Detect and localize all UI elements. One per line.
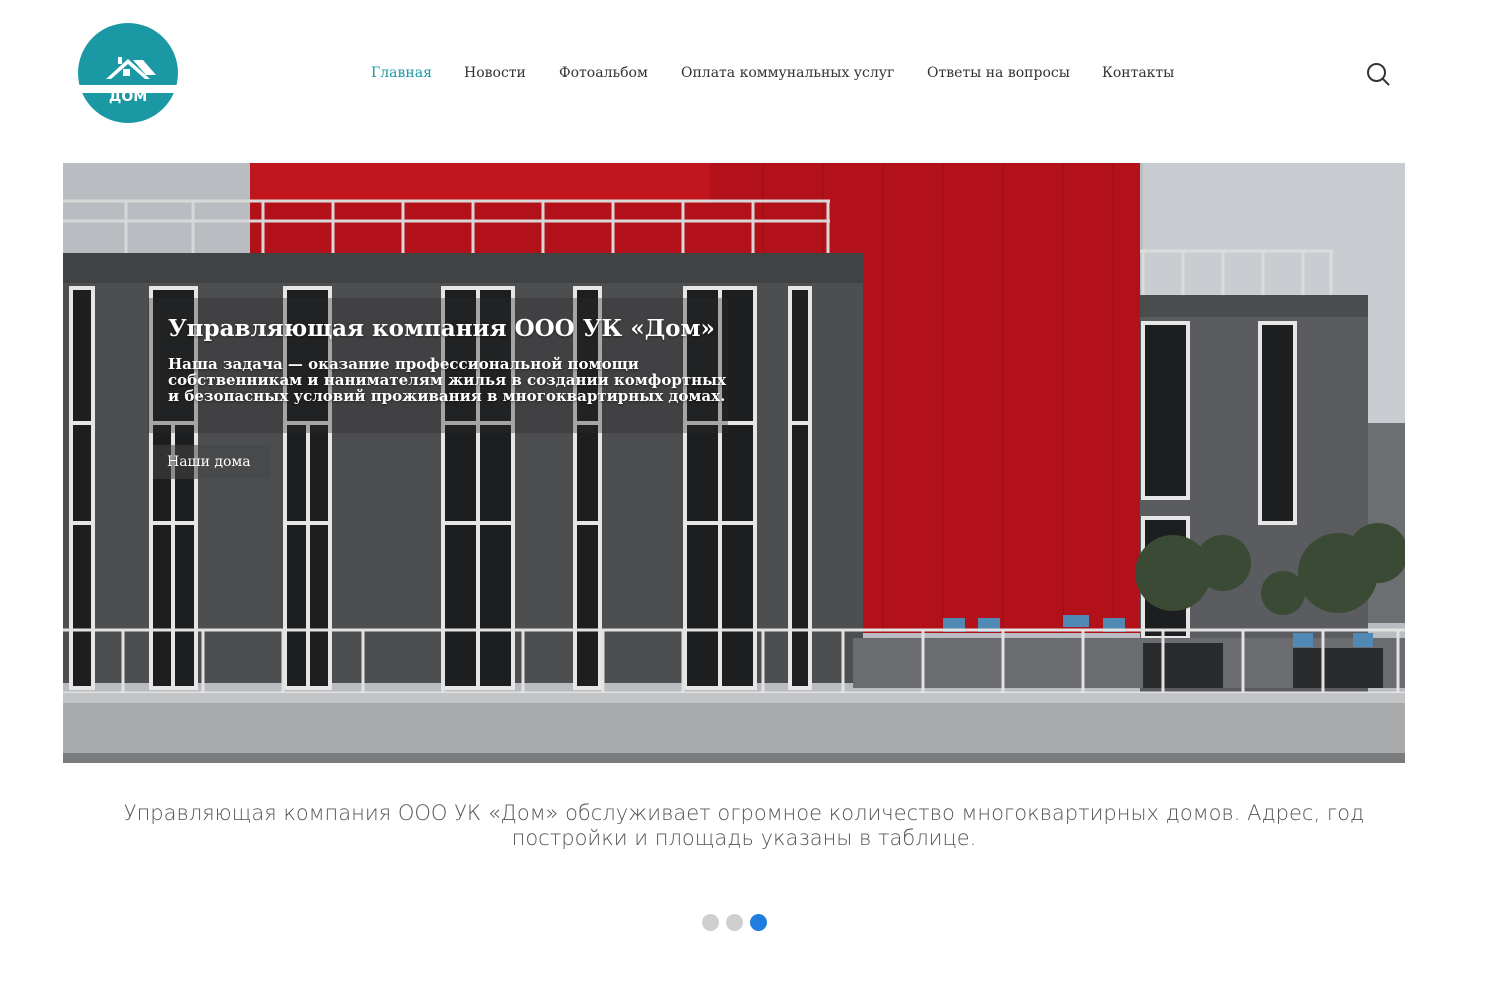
hero-title: Управляющая компания ООО УК «Дом» xyxy=(168,315,715,342)
nav-item-faq[interactable]: Ответы на вопросы xyxy=(927,63,1070,83)
slider-pagination xyxy=(700,914,770,932)
search-button[interactable] xyxy=(1364,60,1392,88)
nav-item-news[interactable]: Новости xyxy=(464,63,526,83)
nav-item-photo-album[interactable]: Фотоальбом xyxy=(559,63,648,83)
nav-item-home[interactable]: Главная xyxy=(371,63,432,83)
slide-caption: Управляющая компания ООО УК «Дом» обслуж… xyxy=(123,801,1365,850)
hero-description: Наша задача — оказание профессиональной … xyxy=(168,355,727,405)
slider-dot-1[interactable] xyxy=(702,914,719,931)
nav-item-utility-payment[interactable]: Оплата коммунальных услуг xyxy=(681,63,894,83)
search-icon xyxy=(1367,63,1390,86)
slider-dot-3[interactable] xyxy=(750,914,767,931)
our-houses-button[interactable]: Наши дома xyxy=(153,445,271,479)
logo-text: ДОМ xyxy=(108,89,148,105)
hero-slider: Управляющая компания ООО УК «Дом» Наша з… xyxy=(63,163,1405,763)
nav-item-contacts[interactable]: Контакты xyxy=(1102,63,1174,83)
main-nav: Главная Новости Фотоальбом Оплата коммун… xyxy=(0,63,1488,85)
slider-dot-2[interactable] xyxy=(726,914,743,931)
